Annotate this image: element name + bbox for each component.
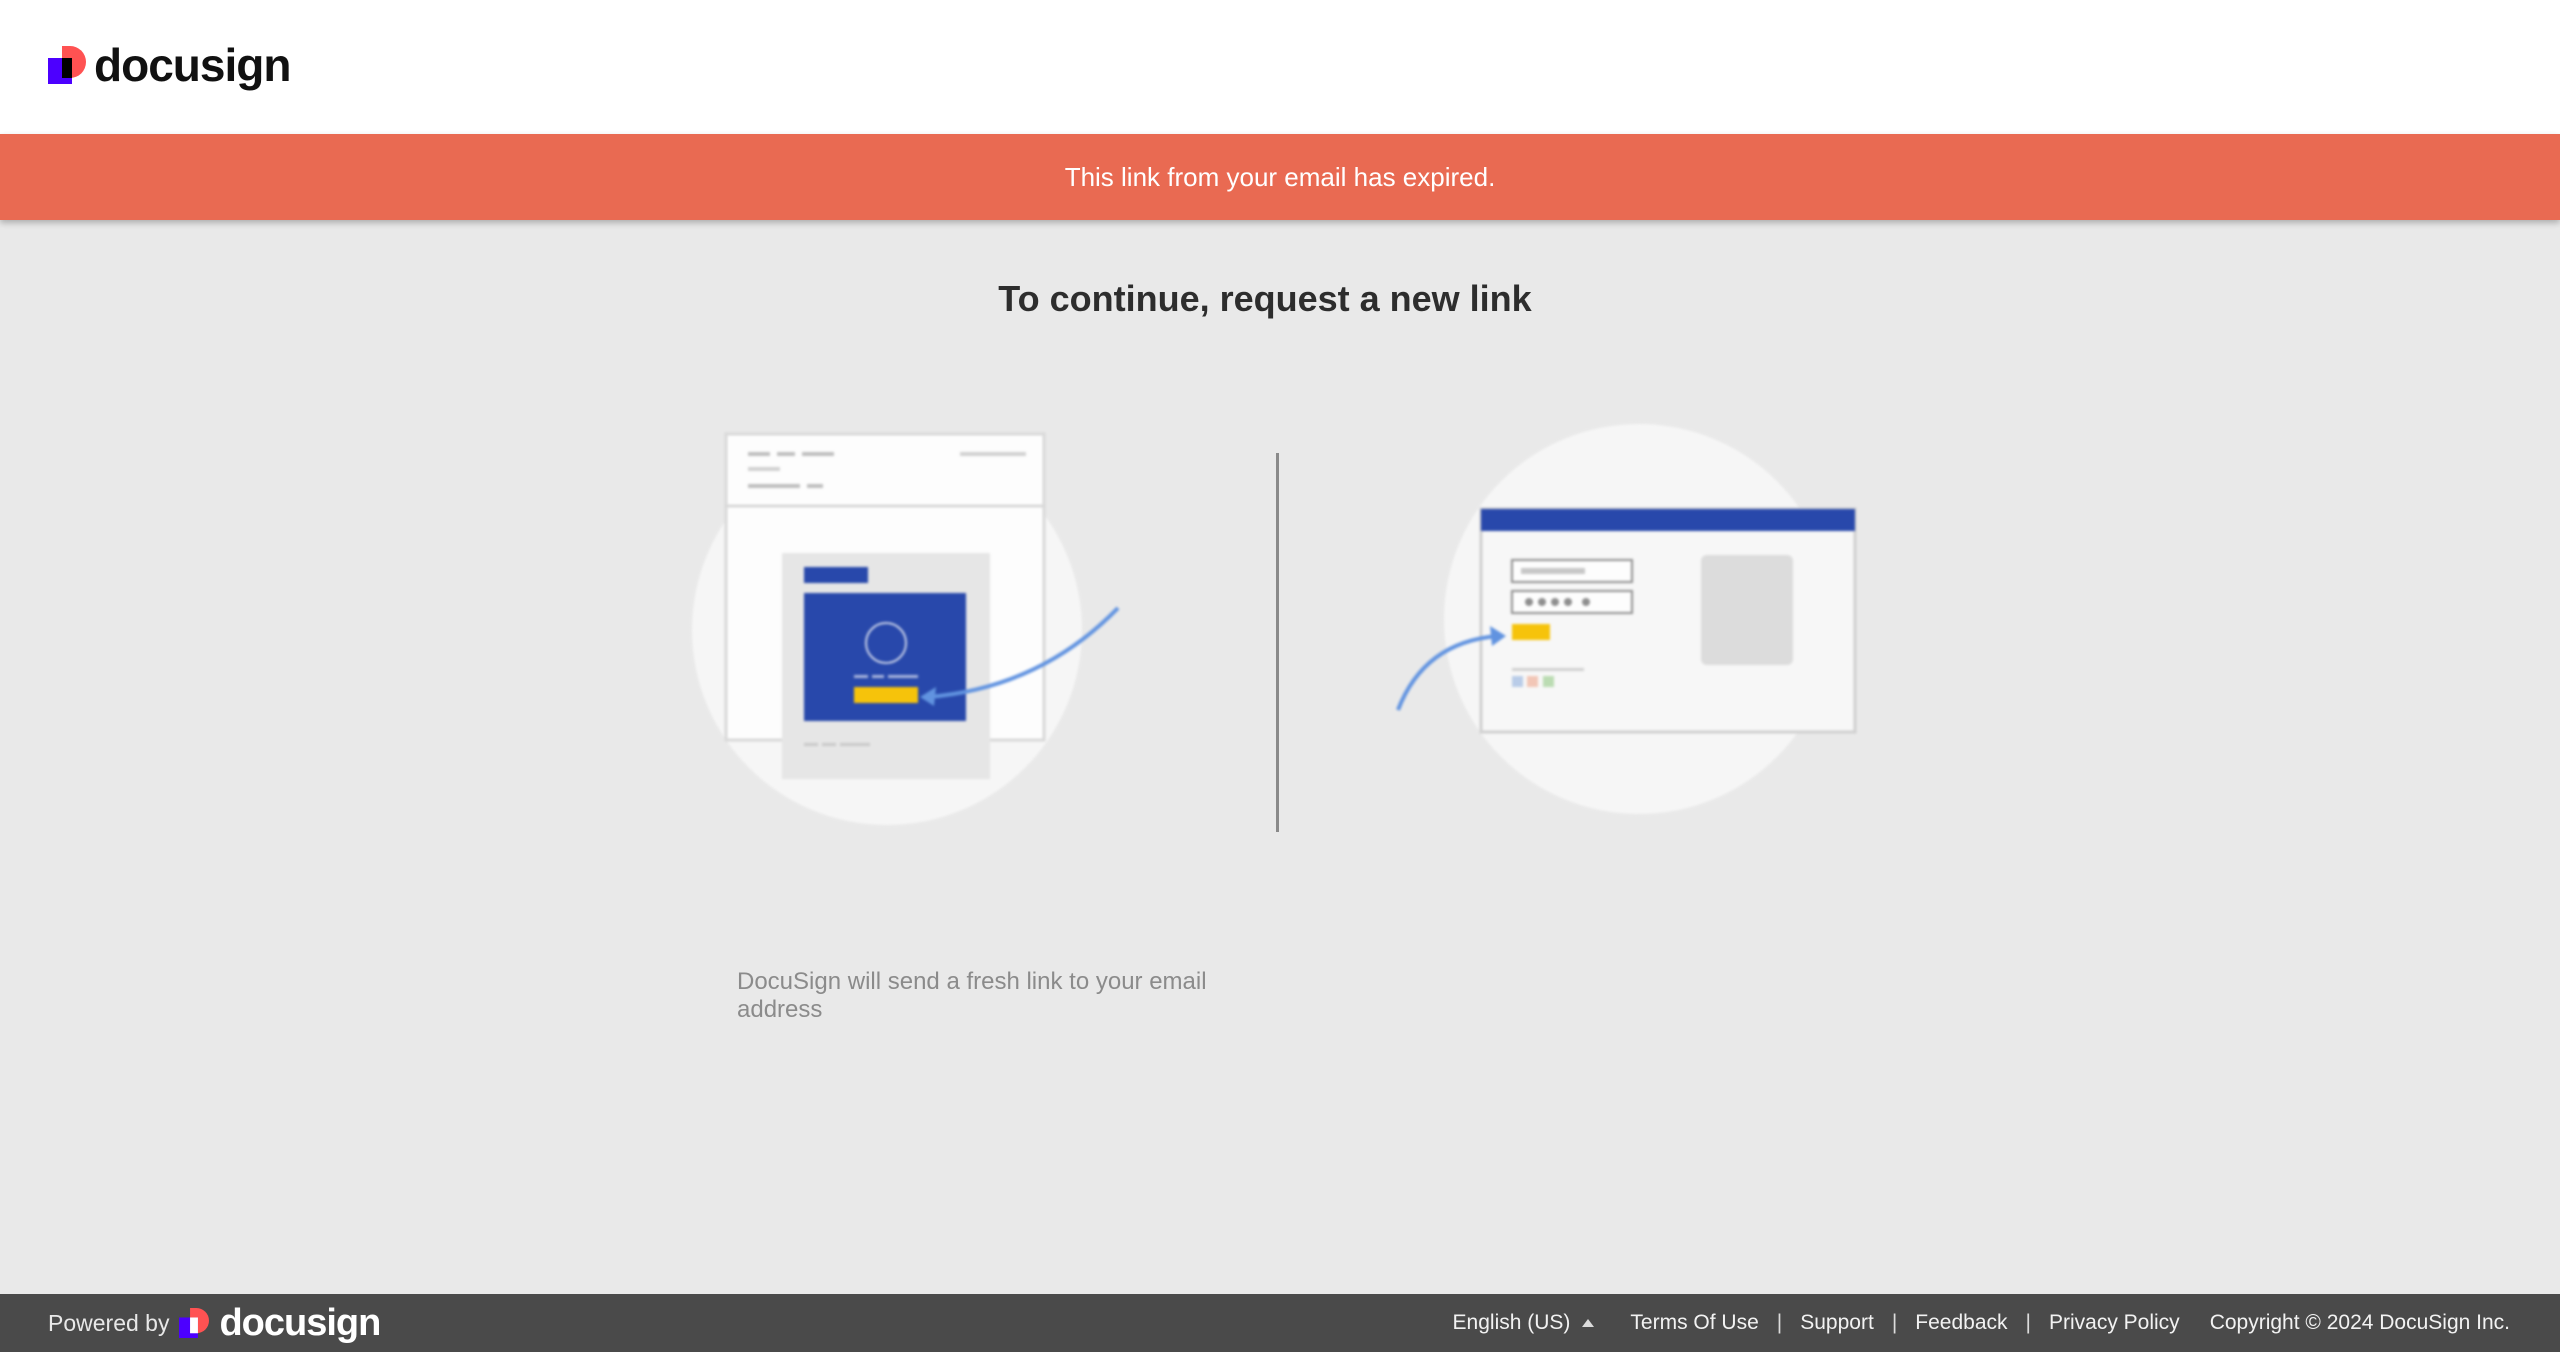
copyright-text: Copyright © 2024 DocuSign Inc. <box>2209 1311 2510 1334</box>
footer-separator: | <box>1891 1311 1898 1334</box>
powered-by-label: Powered by <box>48 1309 170 1336</box>
site-footer: Powered by docusign English (US) Terms O… <box>0 1294 2560 1352</box>
caret-up-icon <box>1582 1319 1595 1327</box>
footer-separator: | <box>2025 1311 2031 1334</box>
page-title: To continue, request a new link <box>998 278 1532 319</box>
footer-separator: | <box>1776 1311 1783 1334</box>
language-label: English (US) <box>1452 1311 1571 1334</box>
resend-caption: DocuSign will send a fresh link to your … <box>737 968 1207 1023</box>
support-link[interactable]: Support <box>1798 1311 1876 1335</box>
privacy-policy-link[interactable]: Privacy Policy <box>2047 1311 2182 1335</box>
banner-message: This link from your email has expired. <box>1064 161 1496 192</box>
expired-link-banner: This link from your email has expired. <box>0 134 2560 220</box>
docusign-logo-mark-icon <box>48 46 86 84</box>
language-selector[interactable]: English (US) <box>1453 1311 1595 1335</box>
illustration-divider <box>1276 453 1279 832</box>
terms-of-use-link[interactable]: Terms Of Use <box>1628 1311 1760 1335</box>
docusign-logo-mark-icon <box>179 1308 210 1338</box>
feedback-link[interactable]: Feedback <box>1913 1311 2009 1335</box>
site-header: docusign <box>0 0 2560 134</box>
docusign-logo[interactable]: docusign <box>48 38 291 92</box>
powered-by: Powered by docusign <box>48 1294 381 1352</box>
logo-wordmark: docusign <box>94 39 291 91</box>
footer-logo-wordmark[interactable]: docusign <box>219 1302 381 1345</box>
login-page-illustration <box>1396 424 1857 814</box>
email-document-illustration <box>692 432 1120 825</box>
footer-links: English (US) Terms Of Use | Support | Fe… <box>1453 1294 2510 1352</box>
